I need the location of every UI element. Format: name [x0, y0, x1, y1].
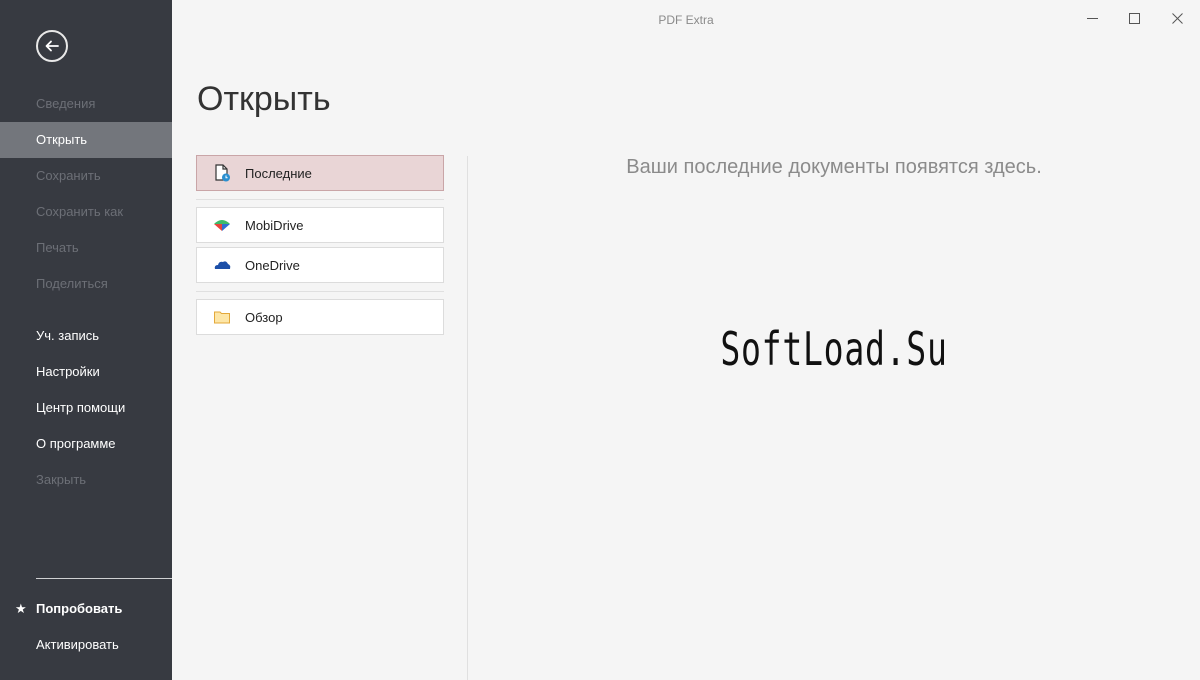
- location-mobidrive[interactable]: MobiDrive: [196, 207, 444, 243]
- arrow-left-icon: [45, 40, 59, 52]
- sidebar-item-share[interactable]: Поделиться: [0, 266, 172, 302]
- sidebar-item-close[interactable]: Закрыть: [0, 462, 172, 498]
- empty-recent-message: Ваши последние документы появятся здесь.: [626, 156, 1042, 178]
- sidebar-item-save-as[interactable]: Сохранить как: [0, 194, 172, 230]
- location-onedrive[interactable]: OneDrive: [196, 247, 444, 283]
- minimize-icon: [1086, 17, 1098, 19]
- location-recent[interactable]: Последние: [196, 155, 444, 191]
- maximize-icon: [1128, 12, 1140, 24]
- sidebar-item-open[interactable]: Открыть: [0, 122, 172, 158]
- try-button[interactable]: Попробовать: [0, 591, 172, 627]
- sidebar-item-print[interactable]: Печать: [0, 230, 172, 266]
- location-label: OneDrive: [245, 257, 300, 273]
- sidebar-item-about[interactable]: О программе: [0, 426, 172, 462]
- location-separator: [196, 199, 444, 200]
- sidebar-item-info[interactable]: Сведения: [0, 86, 172, 122]
- panel-divider: [467, 156, 468, 680]
- onedrive-cloud-icon: [213, 256, 231, 274]
- window-title: PDF Extra: [658, 13, 714, 27]
- back-button[interactable]: [36, 30, 68, 62]
- location-label: MobiDrive: [245, 217, 304, 233]
- sidebar-item-save[interactable]: Сохранить: [0, 158, 172, 194]
- close-window-button[interactable]: [1157, 5, 1197, 31]
- page-title: Открыть: [197, 80, 331, 118]
- location-browse[interactable]: Обзор: [196, 299, 444, 335]
- folder-icon: [213, 308, 231, 326]
- sidebar: Сведения Открыть Сохранить Сохранить как…: [0, 0, 172, 680]
- sidebar-item-help-center[interactable]: Центр помощи: [0, 390, 172, 426]
- location-separator: [196, 291, 444, 292]
- recent-document-icon: [213, 164, 231, 182]
- activate-button[interactable]: Активировать: [0, 627, 172, 663]
- sidebar-divider: [36, 578, 172, 579]
- title-bar: PDF Extra: [172, 0, 1200, 40]
- minimize-button[interactable]: [1072, 5, 1112, 31]
- location-label: Обзор: [245, 309, 283, 325]
- sidebar-item-account[interactable]: Уч. запись: [0, 318, 172, 354]
- close-icon: [1171, 12, 1183, 24]
- watermark-text: SoftLoad.Su: [720, 322, 948, 376]
- maximize-button[interactable]: [1114, 5, 1154, 31]
- sidebar-item-settings[interactable]: Настройки: [0, 354, 172, 390]
- mobidrive-icon: [213, 216, 231, 234]
- location-label: Последние: [245, 165, 312, 181]
